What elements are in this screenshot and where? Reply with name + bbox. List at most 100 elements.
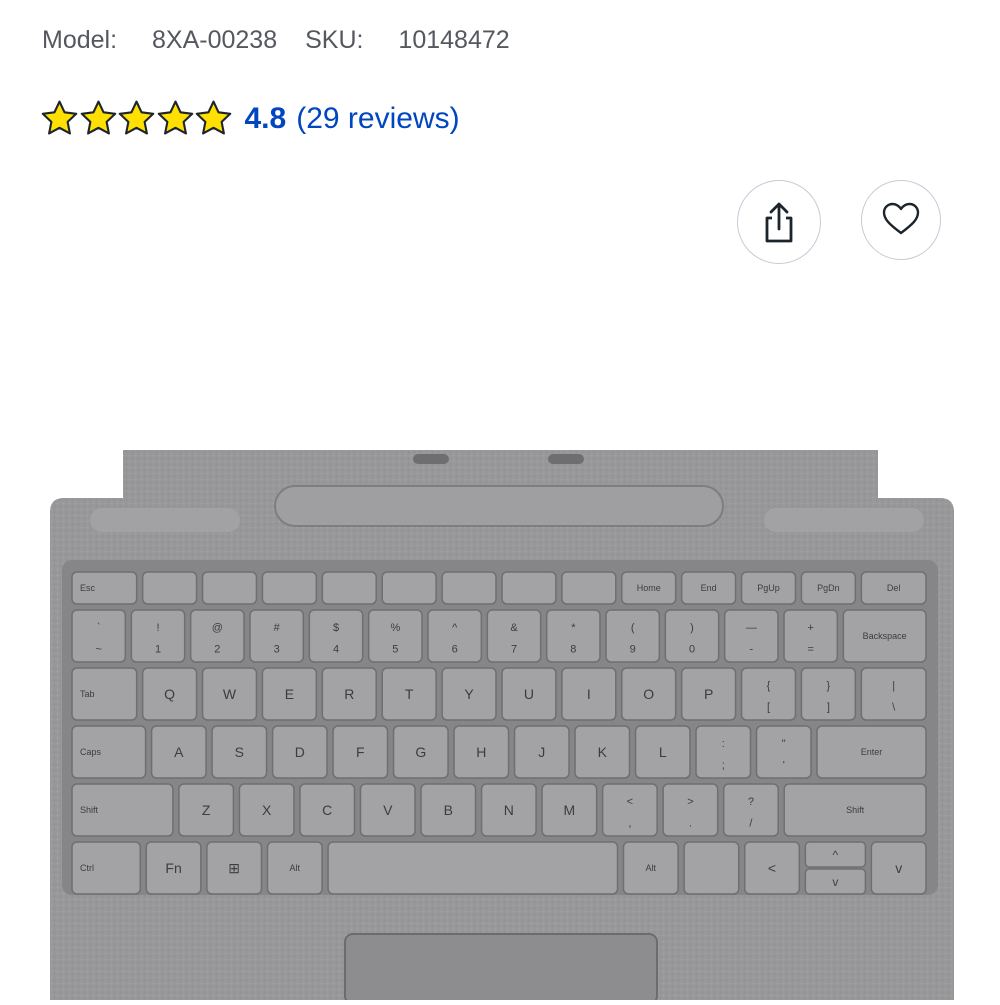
key-label: Backspace xyxy=(863,631,907,641)
save-favorite-button[interactable] xyxy=(861,180,941,260)
key-label: Q xyxy=(164,686,175,702)
share-button[interactable] xyxy=(737,180,821,264)
key-label: Alt xyxy=(290,863,301,873)
key-label: < xyxy=(768,860,776,876)
sku-number: SKU: 10148472 xyxy=(305,26,510,54)
pen-slot xyxy=(274,485,724,527)
key-label: M xyxy=(564,802,576,818)
key-label: B xyxy=(444,802,453,818)
model-number: Model: 8XA-00238 xyxy=(42,26,278,54)
key-label: 0 xyxy=(689,644,695,656)
key-label: 1 xyxy=(155,644,161,656)
key-label: v xyxy=(895,860,902,876)
key-label: A xyxy=(174,744,184,760)
key-label: Tab xyxy=(80,689,95,699)
key-label: - xyxy=(749,644,753,656)
key-label: 3 xyxy=(274,644,280,656)
keyboard-key xyxy=(261,571,318,605)
keyboard-key xyxy=(201,571,258,605)
key-label: ! xyxy=(156,622,159,634)
keyboard-key xyxy=(381,571,437,605)
rating-score: 4.8 xyxy=(244,101,287,135)
key-label: K xyxy=(598,744,608,760)
key-label: , xyxy=(628,818,631,830)
key-label: L xyxy=(659,744,667,760)
key-label: Enter xyxy=(861,747,883,757)
key-label: Caps xyxy=(80,747,102,757)
star-icon xyxy=(157,100,193,135)
key-label: $ xyxy=(333,622,339,634)
keyboard-key xyxy=(441,571,497,605)
product-meta: Model: 8XA-00238 SKU: 10148472 xyxy=(42,26,510,55)
key-label: = xyxy=(807,644,813,656)
key-label: 6 xyxy=(452,644,458,656)
key-label: 9 xyxy=(630,644,636,656)
key-label: Z xyxy=(202,802,211,818)
key-label: T xyxy=(405,686,414,702)
keyboard-illustration: Esc Home End PgUp PgDn Del ` ~! 1 @2 #3 $4% 5 ^ 6 & 7 * 8 (… xyxy=(50,450,954,1005)
key-label: Ctrl xyxy=(80,863,94,873)
key-label: . xyxy=(689,818,692,830)
key-label: * xyxy=(571,622,576,634)
key-label: Shift xyxy=(846,805,865,815)
key-label: R xyxy=(344,686,354,702)
key-label: J xyxy=(538,744,545,760)
key-label: ? xyxy=(748,796,754,808)
key-label: < xyxy=(627,796,633,808)
key-label: } xyxy=(827,680,831,692)
key-label: % xyxy=(390,622,400,634)
key-label: X xyxy=(262,802,272,818)
key-label: C xyxy=(322,802,332,818)
key-label: > xyxy=(687,796,693,808)
key-label: Y xyxy=(464,686,474,702)
key-label: 7 xyxy=(511,644,517,656)
key-label: Del xyxy=(887,583,901,593)
keyboard-key xyxy=(327,841,619,895)
reviews-link[interactable]: (29 reviews) xyxy=(296,102,459,136)
key-label: + xyxy=(807,622,813,634)
key-label: PgUp xyxy=(757,583,780,593)
key-label: 8 xyxy=(570,644,576,656)
heart-icon xyxy=(882,202,920,235)
key-label: 4 xyxy=(333,644,339,656)
connector-left xyxy=(413,454,449,464)
key-label: ' xyxy=(783,760,785,772)
key-label: # xyxy=(274,622,281,634)
key-label: ] xyxy=(827,702,830,714)
key-label: ` xyxy=(97,622,101,634)
key-label: Home xyxy=(637,583,661,593)
key-label: E xyxy=(285,686,294,702)
key-label: 2 xyxy=(214,644,220,656)
key-label: Alt xyxy=(646,863,657,873)
product-image[interactable]: Esc Home End PgUp PgDn Del ` ~! 1 @2 #3 $4% 5 ^ 6 & 7 * 8 (… xyxy=(50,448,954,1005)
keyboard-key xyxy=(141,571,198,605)
rating-summary[interactable]: 4.8 (29 reviews) xyxy=(40,99,460,138)
right-tab xyxy=(764,508,924,532)
key-label: D xyxy=(295,744,305,760)
key-label: W xyxy=(223,686,237,702)
key-label: " xyxy=(782,738,786,750)
key-label: ^ xyxy=(833,848,839,862)
key-label: End xyxy=(701,583,717,593)
key-label: N xyxy=(504,802,514,818)
keyboard-key xyxy=(683,841,740,895)
key-label: ^ xyxy=(452,622,458,634)
key-label: 5 xyxy=(392,644,398,656)
keyboard-key xyxy=(321,571,377,605)
star-rating xyxy=(40,99,233,138)
keyboard-key xyxy=(561,571,617,605)
key-label: U xyxy=(524,686,534,702)
key-label: V xyxy=(383,802,393,818)
left-tab xyxy=(90,508,240,532)
key-label: & xyxy=(510,622,518,634)
star-icon xyxy=(195,100,232,135)
key-label: ) xyxy=(690,622,694,634)
key-label: Esc xyxy=(80,583,96,593)
key-label: Fn xyxy=(165,860,181,876)
key-label: : xyxy=(722,738,725,750)
key-label: — xyxy=(746,622,757,634)
key-label: ; xyxy=(722,760,725,772)
key-label: O xyxy=(643,686,654,702)
key-label: [ xyxy=(767,702,770,714)
key-label: { xyxy=(767,680,771,692)
